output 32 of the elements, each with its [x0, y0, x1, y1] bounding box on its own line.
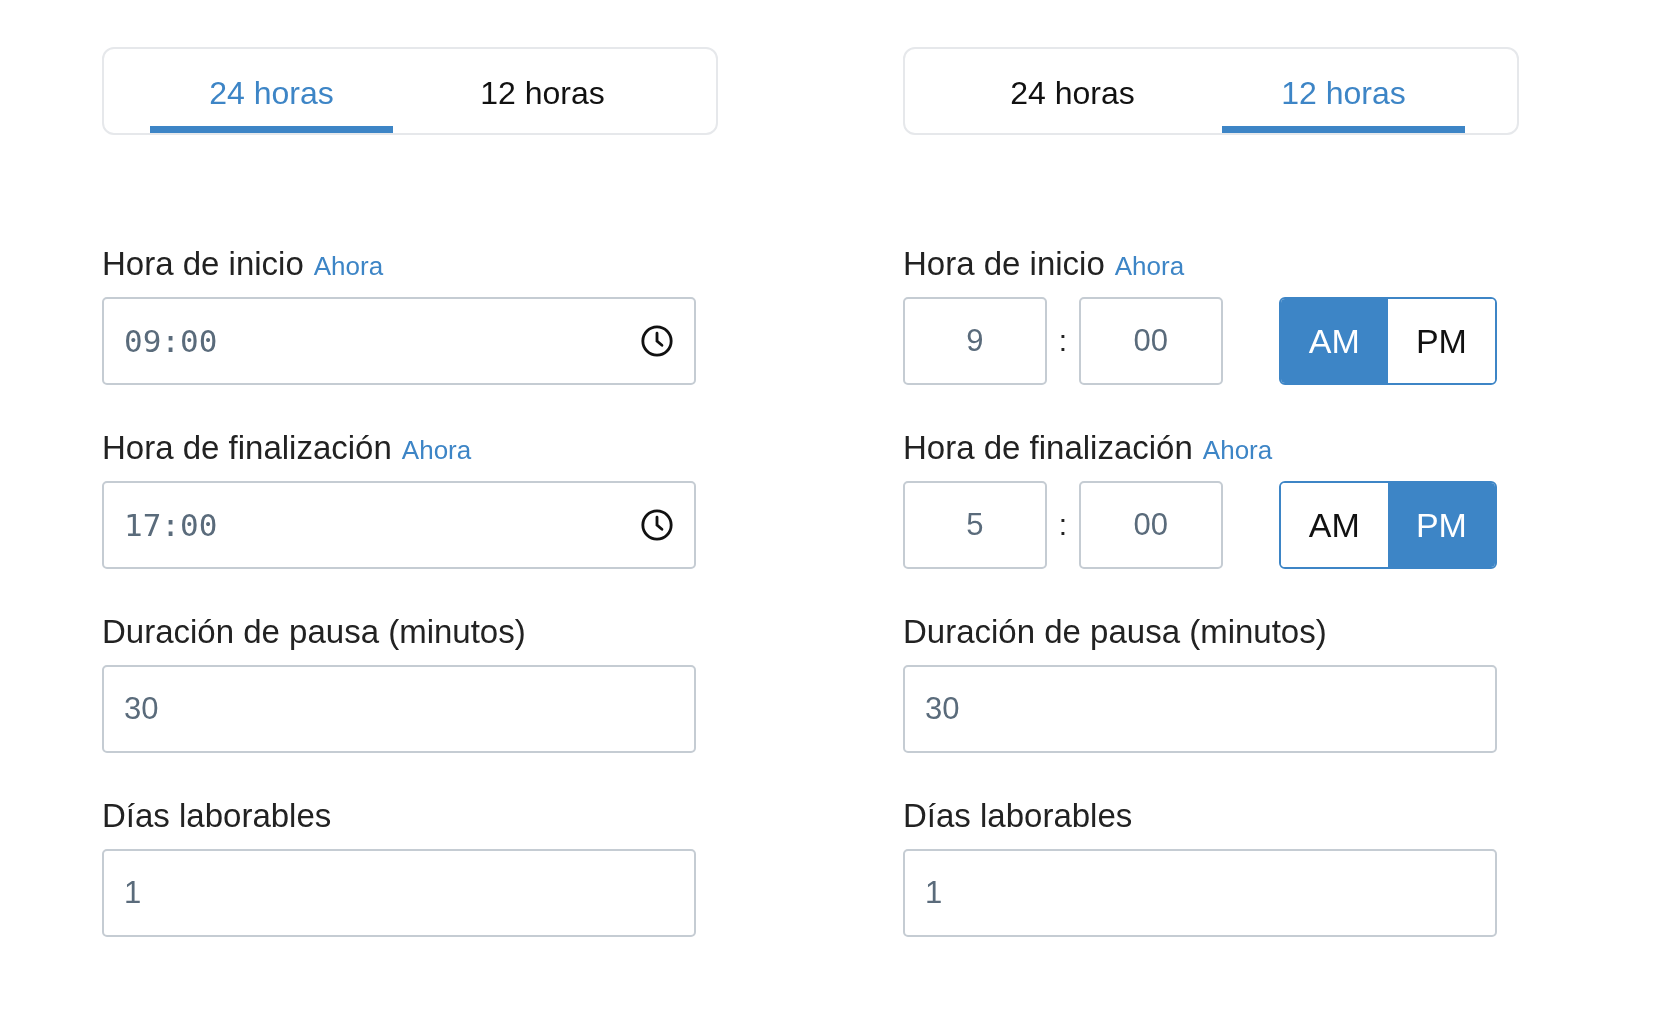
hour-field[interactable]: 5 — [903, 481, 1047, 569]
field-label: Días laborables — [102, 797, 332, 835]
hour-field[interactable]: 9 — [903, 297, 1047, 385]
field-label: Duración de pausa (minutos) — [102, 613, 526, 651]
number-field[interactable]: 30 — [102, 665, 696, 753]
now-link[interactable]: Ahora — [1202, 435, 1273, 466]
tab[interactable]: 12 horas — [421, 49, 664, 133]
period-option[interactable]: AM — [1280, 299, 1388, 383]
field-label: Hora de inicio — [102, 245, 304, 283]
clock-icon[interactable] — [640, 324, 674, 358]
field-label: Hora de finalización — [903, 429, 1193, 467]
time-field[interactable]: 09:00 — [102, 297, 696, 385]
now-link[interactable]: Ahora — [313, 251, 384, 282]
number-field[interactable]: 1 — [102, 849, 696, 937]
number-field[interactable]: 1 — [903, 849, 1497, 937]
clock-icon[interactable] — [640, 508, 674, 542]
field-label: Duración de pausa (minutos) — [903, 613, 1327, 651]
minute-field[interactable]: 00 — [1078, 297, 1223, 385]
minute-field[interactable]: 00 — [1078, 481, 1223, 569]
now-link[interactable]: Ahora — [401, 435, 472, 466]
tab[interactable]: 24 horas — [951, 49, 1194, 133]
time-separator: : — [1057, 508, 1068, 542]
field-label: Días laborables — [903, 797, 1133, 835]
number-field[interactable]: 30 — [903, 665, 1497, 753]
time-field[interactable]: 17:00 — [102, 481, 696, 569]
time-separator: : — [1057, 324, 1068, 358]
period-option[interactable]: PM — [1387, 483, 1495, 567]
field-label: Hora de inicio — [903, 245, 1105, 283]
now-link[interactable]: Ahora — [1114, 251, 1185, 282]
field-label: Hora de finalización — [102, 429, 392, 467]
tab[interactable]: 24 horas — [150, 49, 393, 133]
tab[interactable]: 12 horas — [1222, 49, 1465, 133]
